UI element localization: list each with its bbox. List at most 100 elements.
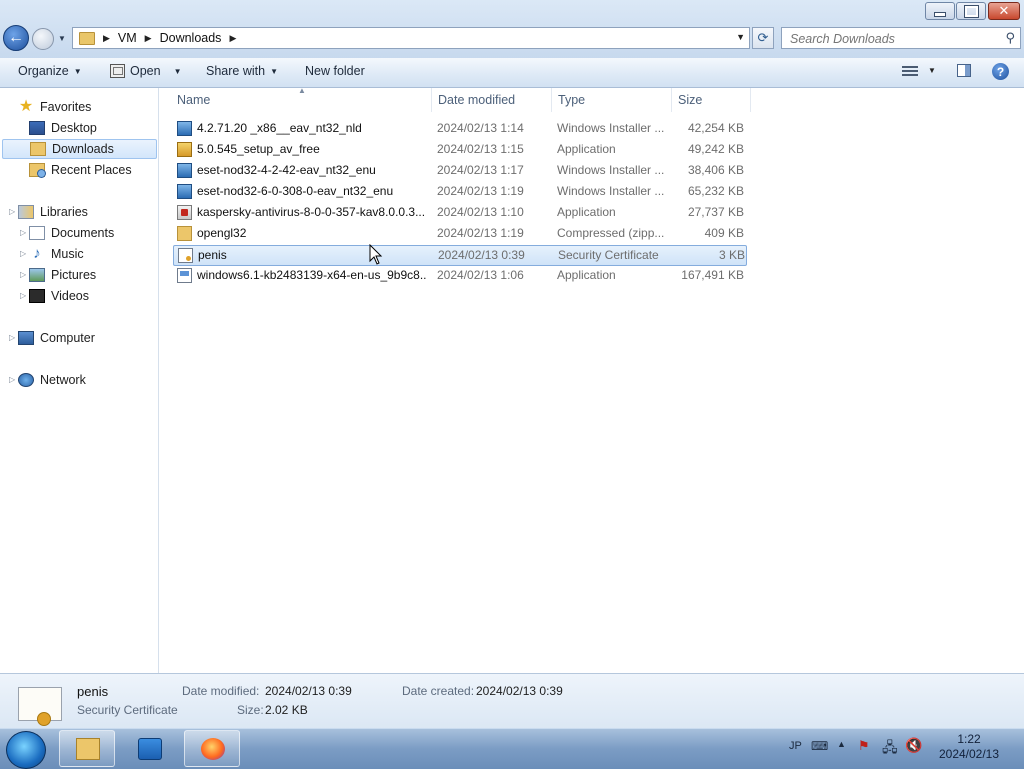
action-center-icon[interactable]: ⚑ [858,738,870,754]
documents-icon [29,226,45,240]
file-row[interactable]: 4.2.71.20 _x86__eav_nt32_nld 2024/02/13 … [173,119,747,140]
breadcrumb-vm[interactable]: VM [118,31,137,45]
expand-arrow-icon[interactable]: ▷ [9,375,15,384]
details-modified-value[interactable]: 2024/02/13 0:39 [265,684,352,698]
taskbar-media-player-button[interactable] [121,730,177,767]
details-size-value: 2.02 KB [265,703,308,717]
address-dropdown-icon[interactable]: ▼ [736,32,745,42]
nav-music[interactable]: ♪ Music [29,244,83,264]
nav-documents[interactable]: Documents [29,223,114,243]
file-row-selected[interactable]: penis 2024/02/13 0:39 Security Certifica… [173,245,747,266]
column-header-name[interactable]: Name [171,88,432,112]
nav-recent-places[interactable]: Recent Places [29,160,132,180]
file-row[interactable]: kaspersky-antivirus-8-0-0-357-kav8.0.0.3… [173,203,747,224]
nav-downloads[interactable]: Downloads [2,139,157,159]
file-date: 2024/02/13 1:10 [437,205,524,219]
nav-videos[interactable]: Videos [29,286,89,306]
keyboard-icon[interactable]: ⌨ [811,739,828,753]
start-button[interactable] [6,731,46,769]
recent-pages-dropdown[interactable]: ▼ [58,34,68,44]
nav-label: Pictures [51,268,97,282]
maximize-button[interactable] [956,2,986,20]
expand-arrow-icon[interactable]: ▷ [9,333,15,342]
volume-muted-icon[interactable]: 🔇 [905,737,922,754]
details-created-value[interactable]: 2024/02/13 0:39 [476,684,563,698]
details-size-label: Size: [237,703,264,717]
show-hidden-icons-icon[interactable]: ▲ [837,739,846,749]
file-row[interactable]: eset-nod32-4-2-42-eav_nt32_enu 2024/02/1… [173,161,747,182]
taskbar-explorer-button[interactable] [59,730,115,767]
file-row[interactable]: windows6.1-kb2483139-x64-en-us_9b9c8... … [173,266,747,287]
view-options-dropdown[interactable]: ▼ [928,66,936,75]
close-button[interactable]: ✕ [988,2,1020,20]
expand-arrow-icon[interactable]: ▷ [20,270,26,279]
file-date: 2024/02/13 1:19 [437,184,524,198]
forward-button[interactable] [32,28,54,50]
column-header-type[interactable]: Type [552,88,672,112]
search-box[interactable]: ⚲ [781,27,1021,49]
column-header-date[interactable]: Date modified [432,88,552,112]
file-date: 2024/02/13 1:19 [437,226,524,240]
mouse-cursor-icon [369,244,383,265]
command-bar: Organize ▼ Open ▼ Share with ▼ New folder ▼ [0,58,1024,88]
file-size: 409 KB [704,226,744,240]
app-icon [177,142,192,157]
expand-arrow-icon[interactable]: ▷ [20,228,26,237]
file-row[interactable]: 5.0.545_setup_av_free 2024/02/13 1:15 Ap… [173,140,747,161]
address-bar[interactable]: ▶ VM ▶ Downloads ▶ ▼ [72,27,750,49]
folder-icon [79,31,95,45]
clock-date: 2024/02/13 [938,747,1000,761]
back-button[interactable]: ← [3,25,29,51]
refresh-button[interactable]: ⟳ [752,27,774,49]
pictures-icon [29,268,45,282]
change-view-icon[interactable] [902,66,918,78]
navigation-pane: ★ Favorites Desktop Downloads Recent Plac… [0,88,159,673]
expand-arrow-icon[interactable]: ▷ [20,249,26,258]
file-date: 2024/02/13 1:17 [437,163,524,177]
nav-computer[interactable]: Computer [18,328,95,348]
file-type: Windows Installer ... [557,121,665,135]
preview-pane-icon[interactable] [957,64,971,77]
breadcrumb-downloads[interactable]: Downloads [160,31,222,45]
taskbar-firefox-button[interactable] [184,730,240,767]
nav-network[interactable]: Network [18,370,86,390]
msi-icon [177,184,192,199]
file-row[interactable]: opengl32 2024/02/13 1:19 Compressed (zip… [173,224,747,245]
language-indicator[interactable]: JP [789,740,802,752]
downloads-folder-icon [30,142,46,156]
new-folder-button[interactable]: New folder [305,64,365,78]
computer-icon [18,331,34,345]
file-size: 49,242 KB [687,142,744,156]
help-icon[interactable]: ? [992,63,1009,80]
breadcrumb-separator-icon[interactable]: ▶ [103,33,110,44]
minimize-button[interactable] [925,2,955,20]
back-arrow-icon: ← [8,29,24,46]
nav-label: Desktop [51,121,97,135]
file-name: opengl32 [197,226,247,240]
file-size: 65,232 KB [687,184,744,198]
nav-libraries[interactable]: Libraries [18,202,88,222]
open-button[interactable]: Open ▼ [110,64,182,78]
clock[interactable]: 1:22 2024/02/13 [938,732,1000,762]
expand-arrow-icon[interactable]: ▷ [9,207,15,216]
breadcrumb-separator-icon[interactable]: ▶ [229,33,236,44]
taskbar: JP ⌨ ▲ ⚑ 🖧 🔇 [0,728,1024,769]
organize-label: Organize [18,64,69,78]
window-app-icon [177,268,192,283]
network-status-icon[interactable]: 🖧 [882,737,898,761]
msi-icon [177,163,192,178]
file-name: 4.2.71.20 _x86__eav_nt32_nld [197,121,362,135]
file-row[interactable]: eset-nod32-6-0-308-0-eav_nt32_enu 2024/0… [173,182,747,203]
column-label: Name [177,93,211,107]
nav-pictures[interactable]: Pictures [29,265,96,285]
search-input[interactable] [788,29,1002,49]
chevron-down-icon: ▼ [173,66,182,76]
organize-button[interactable]: Organize ▼ [18,64,82,78]
expand-arrow-icon[interactable]: ▷ [20,291,26,300]
search-icon[interactable]: ⚲ [1005,30,1015,46]
column-header-size[interactable]: Size [672,88,751,112]
breadcrumb-separator-icon[interactable]: ▶ [145,33,152,44]
share-with-button[interactable]: Share with ▼ [206,64,278,78]
nav-favorites[interactable]: ★ Favorites [18,97,92,117]
nav-desktop[interactable]: Desktop [29,118,97,138]
